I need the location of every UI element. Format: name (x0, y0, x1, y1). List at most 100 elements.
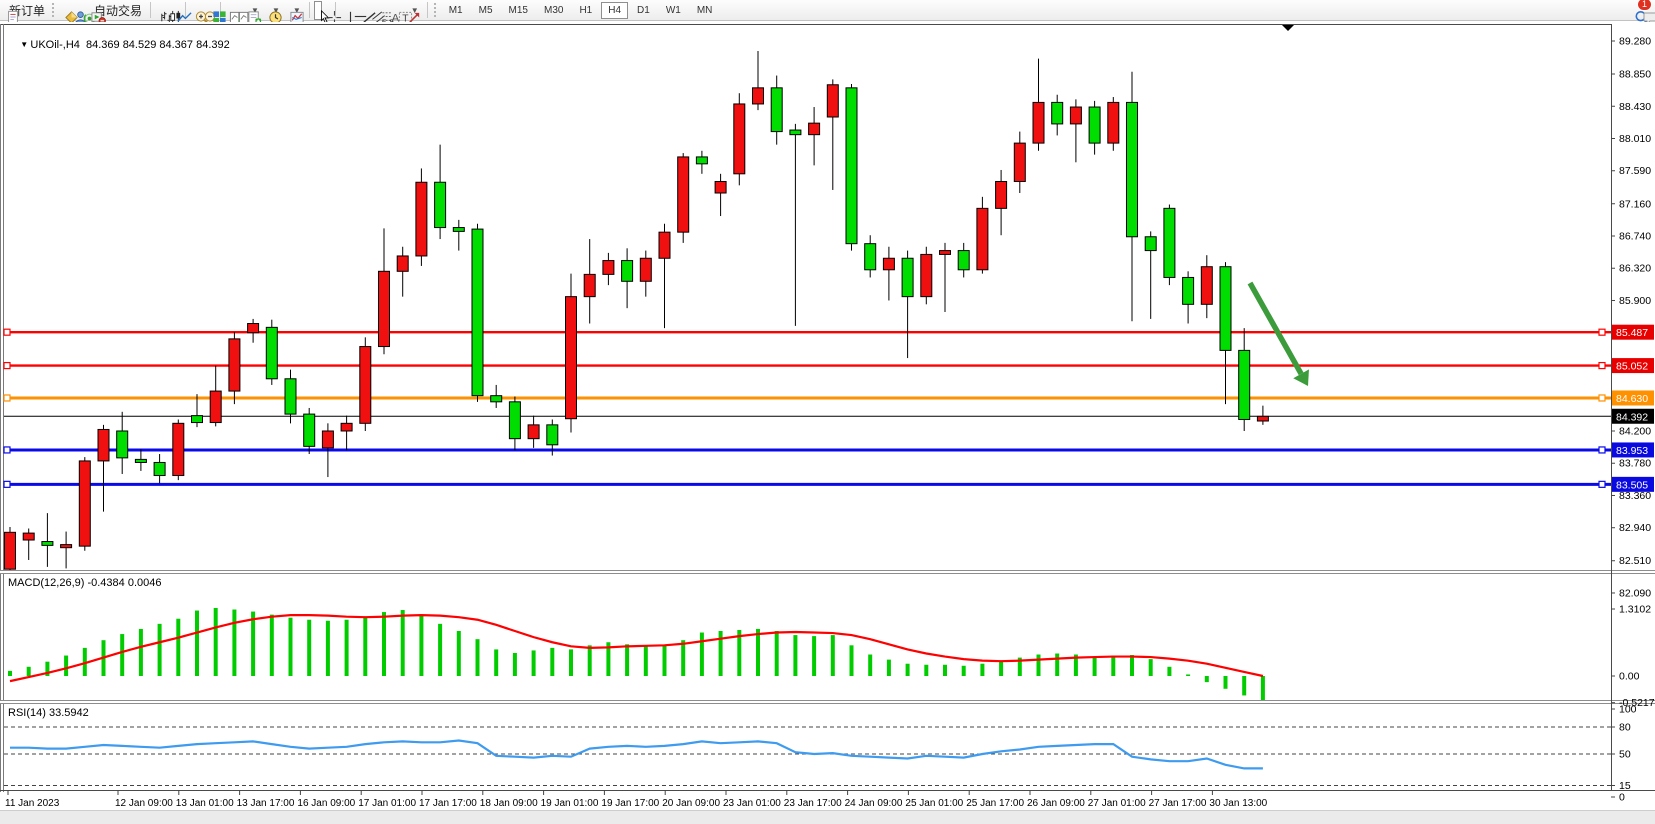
timeframe-button-M1[interactable]: M1 (442, 2, 470, 19)
time-tick-label: 17 Jan 17:00 (419, 798, 477, 809)
bar-chart-button[interactable] (155, 1, 163, 20)
price-tick-label: 82.510 (1619, 555, 1651, 567)
candle-bearish (622, 248, 633, 308)
chart-window[interactable]: ▼ UKOil-,H4 84.369 84.529 84.367 84.392 … (0, 22, 1655, 823)
time-tick-label: 25 Jan 01:00 (905, 798, 963, 809)
candle-bearish (790, 124, 801, 326)
price-pane[interactable] (0, 24, 1612, 570)
candle-bearish (1239, 328, 1250, 431)
time-tick-label: 20 Jan 09:00 (662, 798, 720, 809)
rsi-pane[interactable] (0, 704, 1612, 790)
candle-bullish (173, 419, 184, 480)
timeframe-button-M5[interactable]: M5 (472, 2, 500, 19)
macd-histogram-bar (812, 636, 816, 676)
price-tick-label: 87.160 (1619, 198, 1651, 210)
price-tick-label: 84.200 (1619, 425, 1651, 437)
cursor-button[interactable] (314, 1, 322, 20)
macd-histogram-bar (494, 649, 498, 676)
chat-button[interactable]: 1 (1639, 1, 1647, 20)
time-tick-label: 12 Jan 09:00 (115, 798, 173, 809)
macd-histogram-bar (887, 660, 891, 676)
price-axis[interactable]: 89.28088.85088.43088.01087.59087.16086.7… (1611, 24, 1655, 810)
candle-bearish (1127, 72, 1138, 322)
metaquotes-button[interactable] (60, 1, 68, 20)
macd-histogram-bar (8, 671, 12, 676)
timeframe-button-W1[interactable]: W1 (659, 2, 688, 19)
macd-histogram-bar (700, 633, 704, 676)
timeframe-button-D1[interactable]: D1 (630, 2, 657, 19)
candle-bearish (902, 251, 913, 358)
price-badge-label: 83.505 (1616, 479, 1648, 491)
new-order-button[interactable]: 新订单 (2, 1, 49, 20)
macd-histogram-bar (195, 611, 199, 676)
time-tick-label: 26 Jan 09:00 (1027, 798, 1085, 809)
price-tick-label: 88.430 (1619, 101, 1651, 113)
time-tick-label: 19 Jan 17:00 (601, 798, 659, 809)
toolbar: 新订单 自动交易 ▼ ▼ ▼ E F A T ▼ M1M5M15M30H1H4D… (0, 0, 1655, 21)
price-tick-label: 87.590 (1619, 165, 1651, 177)
candle-bearish (846, 84, 857, 251)
candle-bullish (603, 253, 614, 285)
macd-histogram-bar (1224, 676, 1228, 689)
macd-histogram-bar (850, 645, 854, 676)
macd-histogram-bar (962, 666, 966, 676)
candle-bullish (809, 107, 820, 165)
candle-bullish (715, 174, 726, 216)
macd-histogram-bar (345, 620, 349, 676)
timeframe-button-MN[interactable]: MN (690, 2, 720, 19)
candle-bullish (210, 366, 221, 427)
timeframe-group: M1M5M15M30H1H4D1W1MN (442, 2, 720, 19)
macd-histogram-bar (1261, 676, 1265, 700)
macd-histogram-bar (663, 645, 667, 676)
macd-histogram-bar (943, 665, 947, 676)
toolbar-handle (52, 3, 57, 17)
timeframe-button-M15[interactable]: M15 (502, 2, 535, 19)
macd-histogram-bar (1111, 656, 1115, 676)
candle-bearish (154, 454, 165, 483)
price-tick-label: 86.740 (1619, 230, 1651, 242)
period-button[interactable]: ▼ (264, 1, 284, 20)
macd-histogram-bar (476, 639, 480, 676)
macd-histogram-bar (625, 644, 629, 676)
macd-histogram-bar (326, 621, 330, 676)
time-tick-label: 27 Jan 17:00 (1149, 798, 1207, 809)
macd-histogram-bar (139, 629, 143, 676)
candle-bullish (977, 197, 988, 274)
macd-histogram-bar (438, 624, 442, 676)
time-tick-label: 19 Jan 01:00 (541, 798, 599, 809)
candle-bearish (1089, 101, 1100, 155)
macd-histogram-bar (270, 615, 274, 676)
level-line-handle (4, 329, 10, 335)
time-tick-label: 23 Jan 17:00 (784, 798, 842, 809)
rsi-axis-label: 50 (1619, 749, 1631, 761)
macd-histogram-bar (906, 664, 910, 676)
price-badge-label: 84.392 (1616, 411, 1648, 423)
candle-bearish (509, 396, 520, 450)
candle-bullish (827, 79, 838, 190)
macd-histogram-bar (401, 610, 405, 676)
macd-histogram-bar (64, 656, 68, 676)
timeframe-button-M30[interactable]: M30 (537, 2, 570, 19)
level-line-handle (1599, 447, 1605, 453)
candle-bullish (1201, 255, 1212, 318)
macd-pane[interactable] (0, 574, 1612, 700)
timeframe-button-H1[interactable]: H1 (572, 2, 599, 19)
candle-bullish (659, 224, 670, 328)
toolbar-handle (434, 3, 439, 17)
indicators-button[interactable]: ▼ (285, 1, 305, 20)
time-tick-label: 16 Jan 09:00 (297, 798, 355, 809)
macd-axis-label: 1.3102 (1619, 603, 1651, 615)
candle-bullish (416, 168, 427, 265)
macd-histogram-bar (924, 665, 928, 676)
price-tick-label: 85.900 (1619, 295, 1651, 307)
time-tick-label: 18 Jan 09:00 (480, 798, 538, 809)
macd-histogram-bar (831, 635, 835, 676)
autotrading-button[interactable]: 自动交易 (87, 1, 146, 20)
level-line-handle (1599, 363, 1605, 369)
macd-histogram-bar (27, 667, 31, 676)
macd-histogram-bar (1130, 655, 1134, 676)
candle-bullish (753, 51, 764, 110)
macd-histogram-bar (1037, 655, 1041, 676)
time-tick-label: 17 Jan 01:00 (358, 798, 416, 809)
timeframe-button-H4[interactable]: H4 (601, 2, 628, 19)
